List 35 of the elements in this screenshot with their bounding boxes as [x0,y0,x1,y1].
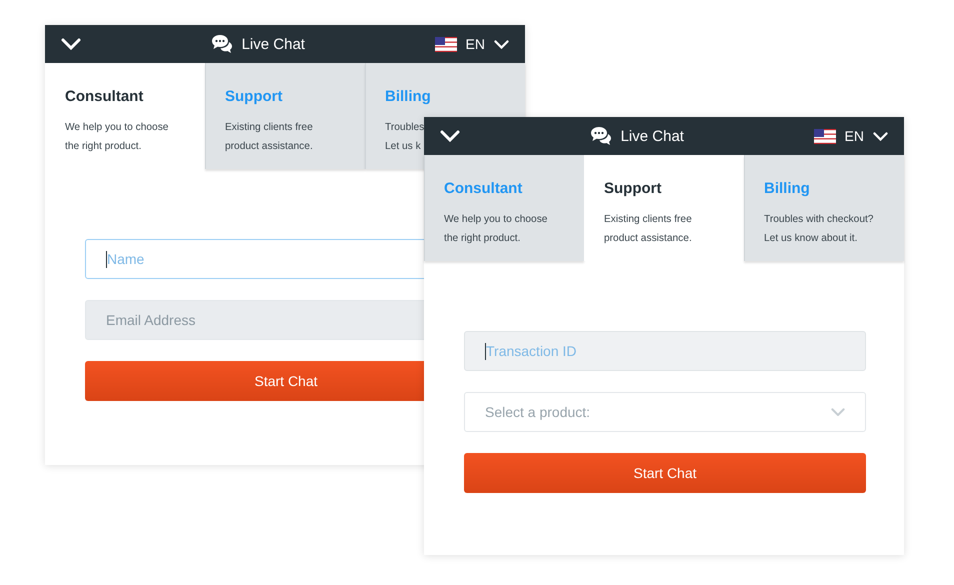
text-cursor [485,342,486,360]
language-chevron-icon[interactable] [494,40,509,48]
tab-description: the right product. [65,141,142,152]
tab-description: We help you to choose [444,214,548,225]
flag-icon [434,36,457,52]
department-tab[interactable]: Support Existing clients free product assistance. [205,63,365,169]
tab-title: Consultant [444,180,524,197]
tab-title: Billing [385,88,432,105]
tab-description: We help you to choose [65,122,168,133]
start-chat-button[interactable]: Start Chat [464,453,866,493]
tab-description: Let us k [385,141,421,152]
tab-title: Billing [764,180,811,197]
tab-description: Troubles with checkout? [764,214,874,225]
window-title: Live Chat [242,36,305,52]
chat-bubbles-icon [590,126,612,146]
tab-description: product assistance. [225,141,313,152]
department-tab[interactable]: Consultant We help you to choose the right product. [424,155,584,261]
tab-title: Consultant [65,88,144,105]
tab-description: Troubles [385,122,424,133]
chat-bubbles-icon [210,34,233,54]
flag-icon [814,128,836,144]
collapse-chevron-icon[interactable] [61,38,81,50]
language-label[interactable]: EN [844,128,864,144]
department-tab[interactable]: Billing Troubles with checkout? Let us know about it. [744,155,904,261]
window-title: Live Chat [620,128,684,144]
collapse-chevron-icon[interactable] [440,130,460,142]
language-label[interactable]: EN [466,36,485,52]
language-chevron-icon[interactable] [873,132,888,140]
tab-description: product assistance. [604,233,692,244]
tab-description: Existing clients free [225,122,313,133]
tab-title: Support [604,180,662,197]
tab-title: Support [225,88,284,105]
text-cursor [106,250,107,268]
tab-description: Existing clients free [604,214,692,225]
tab-description: Let us know about it. [764,233,858,244]
